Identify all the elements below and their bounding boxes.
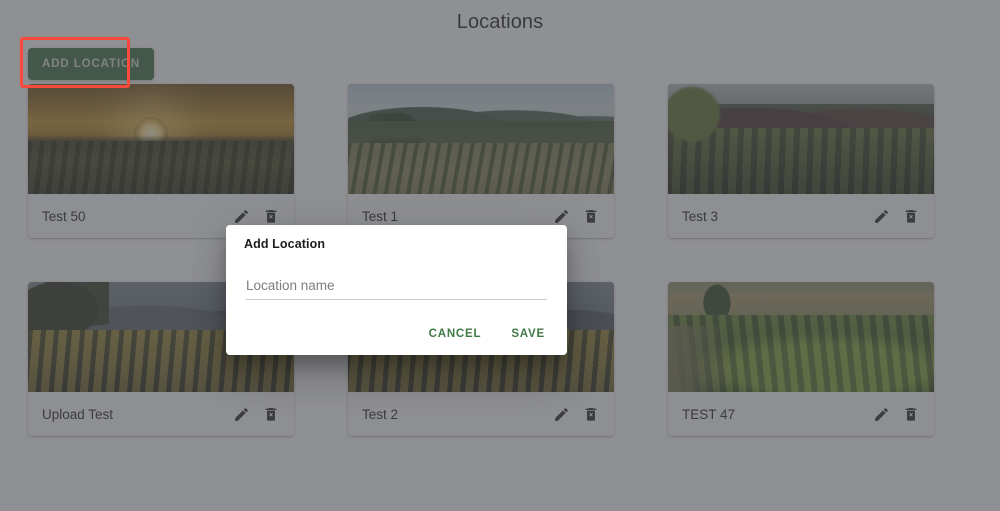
location-name-input[interactable] xyxy=(246,278,547,293)
save-button[interactable]: SAVE xyxy=(503,321,553,347)
add-location-dialog: Add Location CANCEL SAVE xyxy=(226,225,567,355)
cancel-button[interactable]: CANCEL xyxy=(421,321,490,347)
dialog-actions: CANCEL SAVE xyxy=(421,321,553,347)
location-name-field xyxy=(246,277,547,300)
dialog-title: Add Location xyxy=(244,237,326,251)
app-root: Locations ADD LOCATION Test 50 xyxy=(0,0,1000,511)
